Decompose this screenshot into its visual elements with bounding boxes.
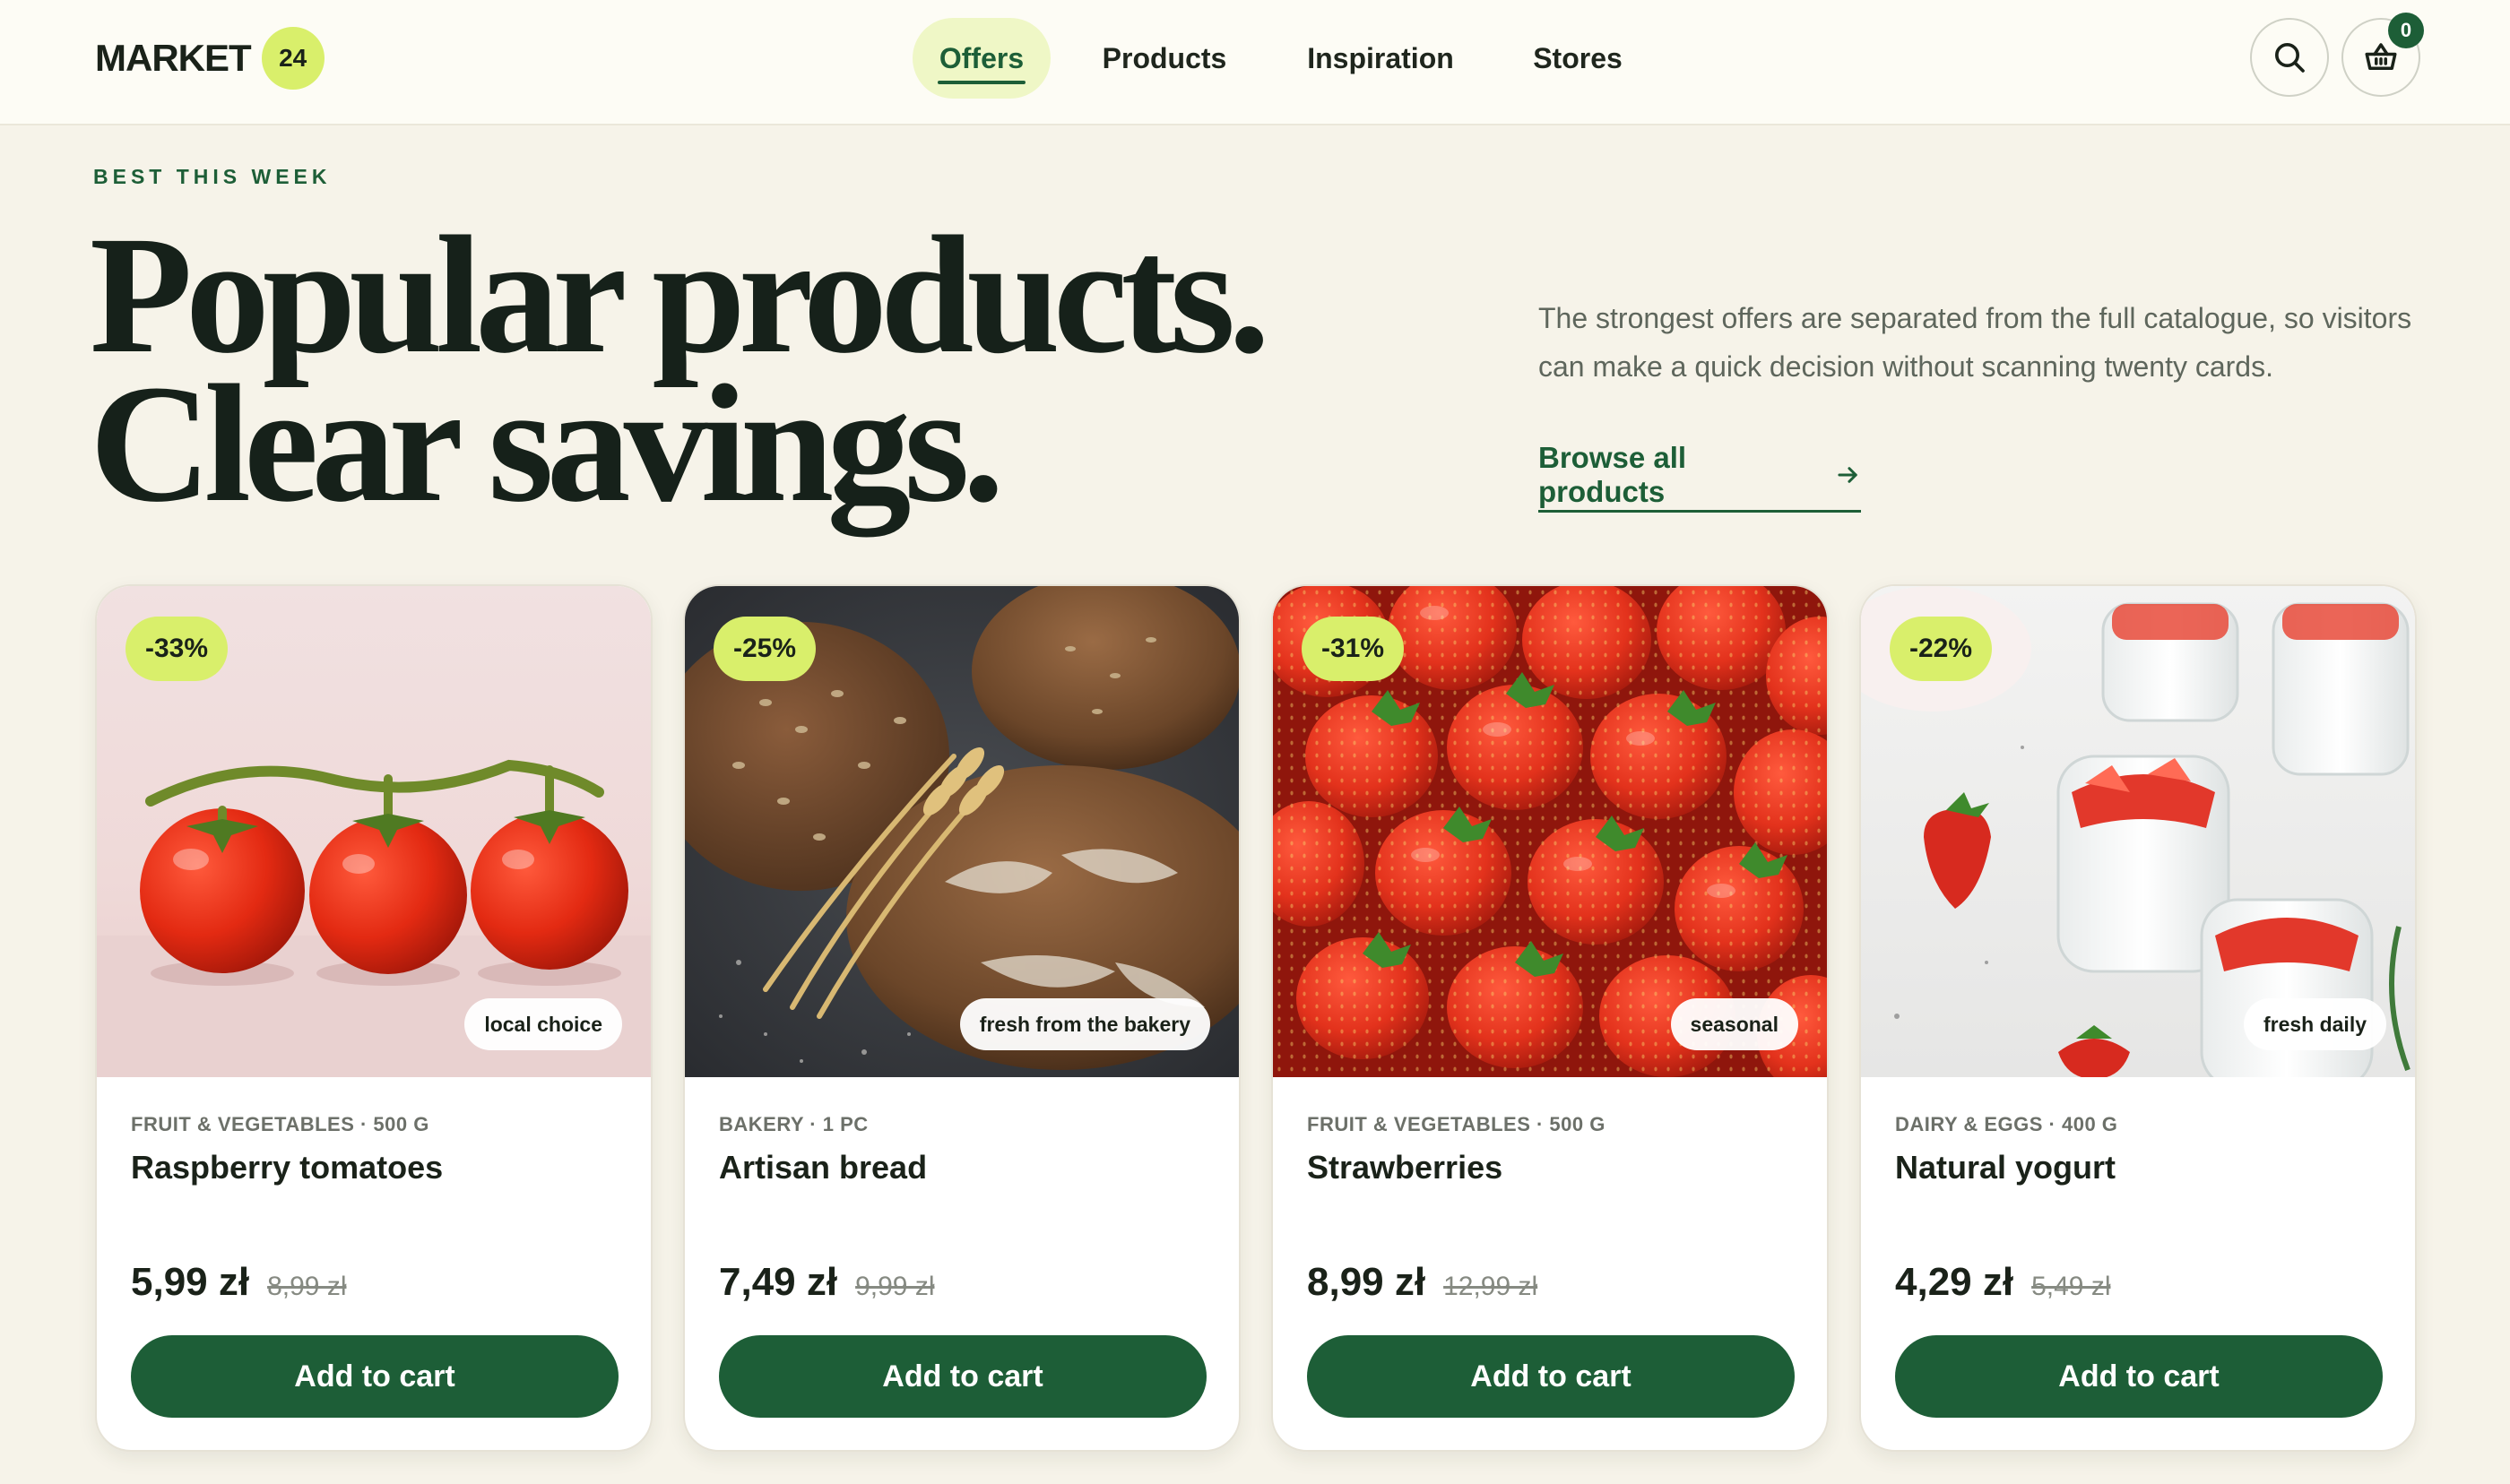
search-icon — [2275, 43, 2305, 73]
hero-headline: Popular products. Clear savings. — [90, 201, 1398, 537]
cart-button[interactable]: 0 — [2341, 13, 2424, 97]
product-category: BAKERY · 1 PC — [719, 1113, 869, 1135]
price-row: 8,99 zł 12,99 zł — [1307, 1260, 1537, 1305]
nav-item-stores[interactable]: Stores — [1515, 18, 1640, 99]
nav-item-inspiration[interactable]: Inspiration — [1287, 18, 1474, 99]
discount-badge: -33% — [126, 617, 229, 681]
add-to-cart-button[interactable]: Add to cart — [1895, 1335, 2383, 1418]
product-name[interactable]: Natural yogurt — [1895, 1149, 2116, 1186]
old-price: 5,49 zł — [2031, 1272, 2111, 1301]
product-name[interactable]: Artisan bread — [719, 1149, 927, 1186]
site-header: MARKET 24 Offers Products Inspiration St… — [0, 0, 2510, 125]
browse-all-products-link[interactable]: Browse all products — [1538, 440, 1861, 513]
product-name[interactable]: Raspberry tomatoes — [131, 1149, 443, 1186]
product-tag: local choice — [464, 998, 622, 1050]
product-category: FRUIT & VEGETABLES · 500 G — [131, 1113, 429, 1135]
headline-line-1: Popular products. — [90, 201, 1270, 388]
logo[interactable]: MARKET 24 — [95, 27, 325, 90]
hero-description: The strongest offers are separated from … — [1538, 302, 2412, 383]
current-price: 8,99 zł — [1307, 1260, 1426, 1304]
price-row: 4,29 zł 5,49 zł — [1895, 1260, 2110, 1305]
old-price: 8,99 zł — [267, 1272, 347, 1301]
browse-link-label: Browse all products — [1538, 440, 1687, 508]
cart-count-badge: 0 — [2388, 13, 2424, 48]
discount-badge: -25% — [714, 617, 817, 681]
add-to-cart-button[interactable]: Add to cart — [131, 1335, 619, 1418]
product-tag: fresh daily — [2243, 998, 2386, 1050]
product-card[interactable]: -25% fresh from the bakery BAKERY · 1 PC… — [683, 584, 1241, 1452]
headline-line-2: Clear savings. — [90, 349, 1005, 537]
current-price: 5,99 zł — [131, 1260, 250, 1304]
search-button[interactable] — [2250, 18, 2329, 97]
add-to-cart-button[interactable]: Add to cart — [719, 1335, 1207, 1418]
product-category: DAIRY & EGGS · 400 G — [1895, 1113, 2118, 1135]
product-tag: fresh from the bakery — [959, 998, 1210, 1050]
arrow-right-icon — [1838, 466, 1857, 483]
discount-badge: -31% — [1302, 617, 1405, 681]
nav-item-offers[interactable]: Offers — [913, 18, 1051, 99]
section-eyebrow: BEST THIS WEEK — [93, 165, 332, 188]
logo-badge: 24 — [261, 27, 325, 90]
product-tag: seasonal — [1670, 998, 1798, 1050]
current-price: 7,49 zł — [719, 1260, 838, 1304]
product-card[interactable]: -33% local choice FRUIT & VEGETABLES · 5… — [95, 584, 653, 1452]
price-row: 5,99 zł 8,99 zł — [131, 1260, 346, 1305]
nav-item-products[interactable]: Products — [1081, 18, 1248, 99]
old-price: 12,99 zł — [1443, 1272, 1538, 1301]
add-to-cart-button[interactable]: Add to cart — [1307, 1335, 1795, 1418]
current-price: 4,29 zł — [1895, 1260, 2014, 1304]
product-card[interactable]: -22% fresh daily DAIRY & EGGS · 400 G Na… — [1859, 584, 2417, 1452]
product-name[interactable]: Strawberries — [1307, 1149, 1502, 1186]
product-card[interactable]: -31% seasonal FRUIT & VEGETABLES · 500 G… — [1271, 584, 1829, 1452]
old-price: 9,99 zł — [855, 1272, 935, 1301]
logo-wordmark: MARKET — [95, 37, 252, 79]
product-category: FRUIT & VEGETABLES · 500 G — [1307, 1113, 1606, 1135]
discount-badge: -22% — [1890, 617, 1993, 681]
price-row: 7,49 zł 9,99 zł — [719, 1260, 934, 1305]
